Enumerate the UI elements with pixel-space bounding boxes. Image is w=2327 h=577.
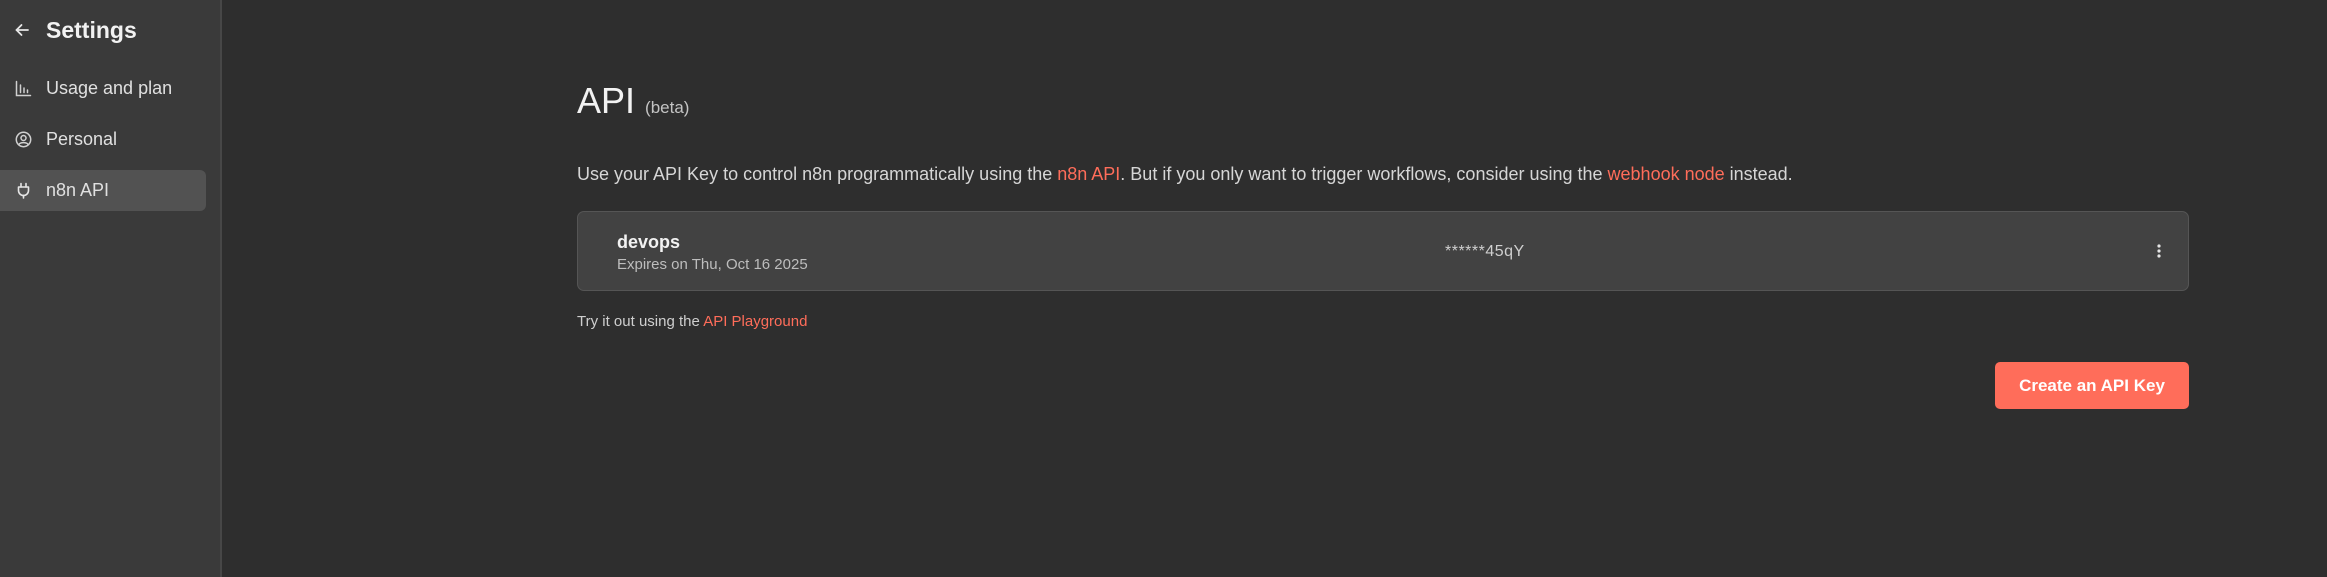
page-title: API (577, 80, 636, 121)
settings-sidebar: Settings Usage and plan Personal n8n API (0, 0, 222, 577)
webhook-node-link[interactable]: webhook node (1608, 164, 1725, 184)
n8n-api-link[interactable]: n8n API (1057, 164, 1120, 184)
beta-label: (beta) (645, 98, 690, 117)
main-content: API (beta) Use your API Key to control n… (222, 0, 2327, 577)
description-text: instead. (1724, 164, 1793, 184)
page-title-row: API (beta) (577, 80, 2189, 122)
api-key-card: devops Expires on Thu, Oct 16 2025 *****… (577, 211, 2189, 291)
tryout-text: Try it out using the (577, 313, 700, 330)
sidebar-item-personal[interactable]: Personal (0, 119, 206, 160)
plug-icon (14, 182, 32, 200)
create-api-key-button[interactable]: Create an API Key (1995, 362, 2189, 409)
sidebar-item-usage-and-plan[interactable]: Usage and plan (0, 68, 206, 109)
user-circle-icon (14, 131, 32, 149)
api-playground-hint: Try it out using the API Playground (577, 313, 2189, 330)
api-settings-panel: API (beta) Use your API Key to control n… (577, 80, 2189, 409)
api-playground-link[interactable]: API Playground (703, 313, 807, 330)
sidebar-item-label: n8n API (46, 180, 110, 200)
arrow-left-icon[interactable] (13, 21, 31, 39)
sidebar-item-n8n-api[interactable]: n8n API (0, 170, 206, 211)
description-text: Use your API Key to control n8n programm… (577, 164, 1058, 184)
api-key-expiry: Expires on Thu, Oct 16 2025 (617, 256, 808, 273)
chart-bar-icon (14, 80, 32, 98)
api-description: Use your API Key to control n8n programm… (577, 164, 2189, 185)
more-vertical-icon[interactable] (2154, 240, 2164, 262)
sidebar-title: Settings (46, 16, 137, 43)
description-text: . But if you only want to trigger workfl… (1120, 164, 1608, 184)
api-key-masked-value: ******45qY (1445, 243, 1525, 260)
sidebar-item-label: Personal (46, 129, 118, 149)
app-window: Settings Usage and plan Personal n8n API… (0, 0, 2327, 577)
sidebar-header: Settings (0, 14, 220, 46)
api-key-name: devops (617, 232, 681, 252)
sidebar-item-label: Usage and plan (46, 78, 173, 98)
